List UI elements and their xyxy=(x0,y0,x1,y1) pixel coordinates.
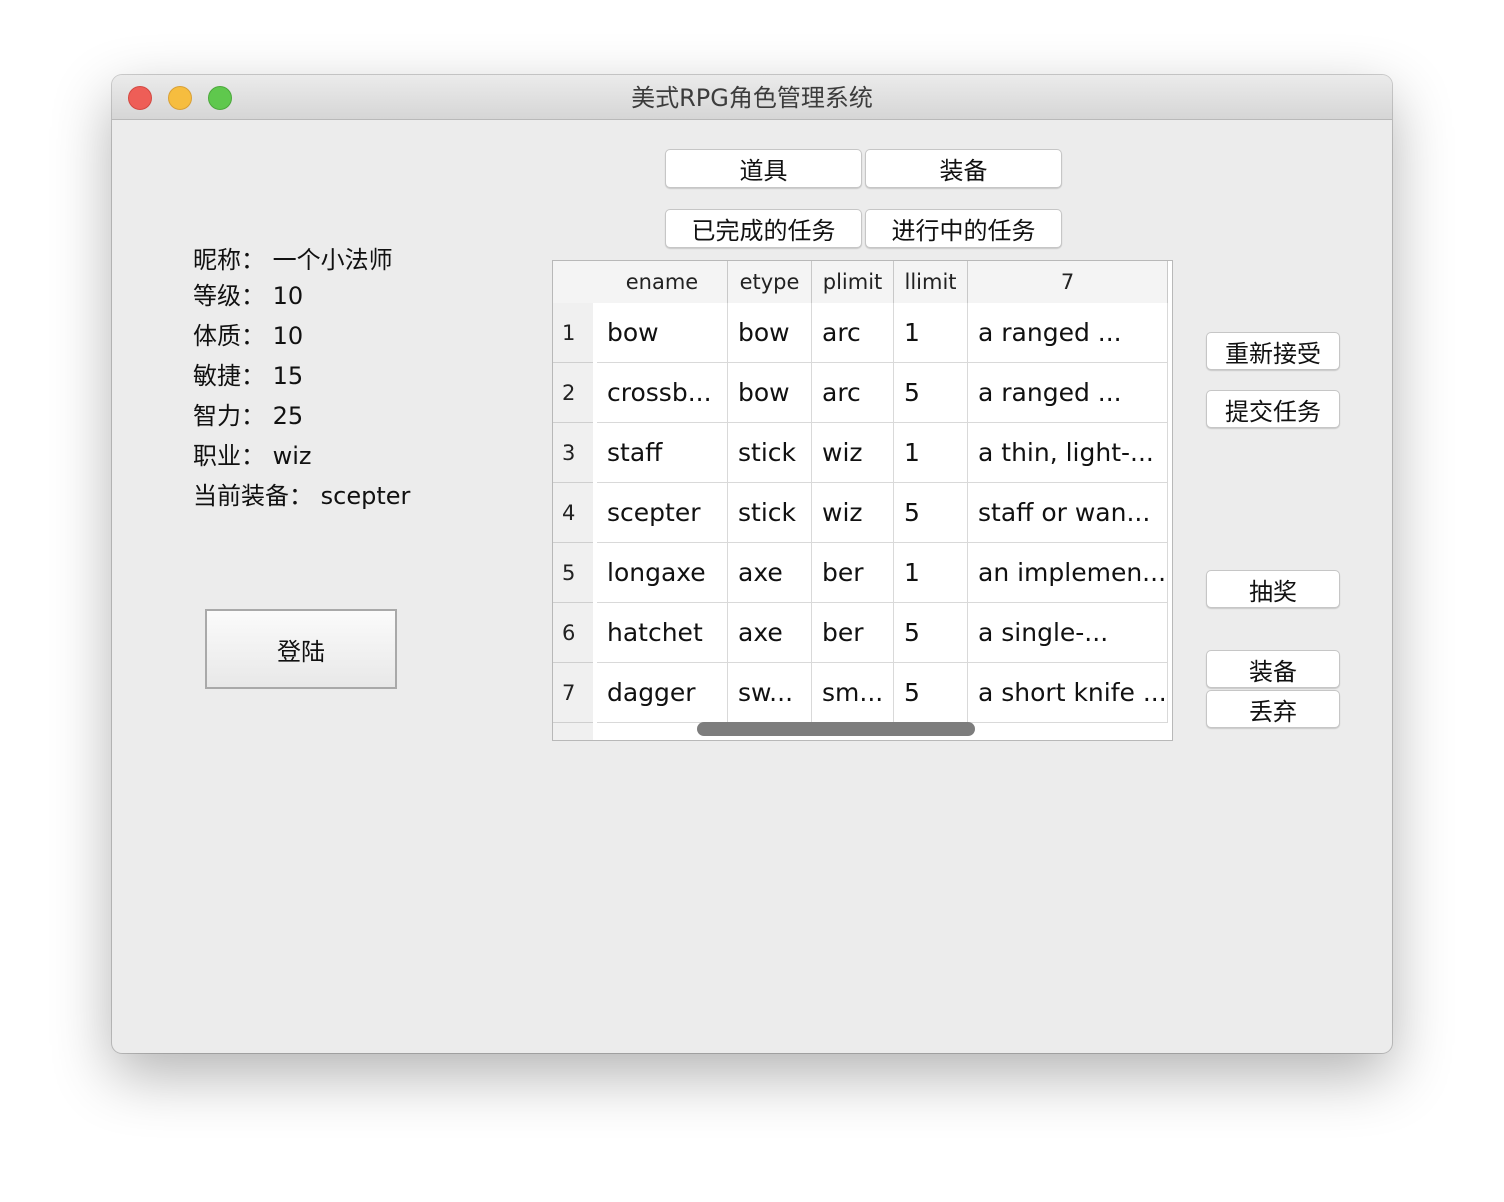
table-cell[interactable]: dagger xyxy=(597,663,728,723)
table-cell[interactable]: bow xyxy=(728,303,812,363)
row-number-partial xyxy=(553,723,593,740)
level-label: 等级： 10 xyxy=(193,282,304,310)
table-cell[interactable]: longaxe xyxy=(597,543,728,603)
table-cell[interactable]: sw... xyxy=(728,663,812,723)
table-cell[interactable]: sm... xyxy=(812,663,894,723)
table-cell[interactable]: 5 xyxy=(894,483,968,543)
row-number[interactable]: 6 xyxy=(553,603,593,663)
table-cell[interactable]: 5 xyxy=(894,363,968,423)
discard-button[interactable]: 丢弃 xyxy=(1206,690,1340,728)
constitution-label: 体质： 10 xyxy=(193,322,304,350)
table-cell[interactable]: stick xyxy=(728,483,812,543)
row-number[interactable]: 4 xyxy=(553,483,593,543)
profession-label: 职业： wiz xyxy=(193,442,312,470)
table-cell[interactable]: wiz xyxy=(812,423,894,483)
row-number[interactable]: 7 xyxy=(553,663,593,723)
table-corner xyxy=(553,261,597,303)
equipment-tab-button[interactable]: 装备 xyxy=(865,149,1062,188)
table-cell[interactable]: an implemen... xyxy=(968,543,1168,603)
nickname-label: 昵称： 一个小法师 xyxy=(193,246,393,274)
equip-button[interactable]: 装备 xyxy=(1206,650,1340,688)
lottery-button[interactable]: 抽奖 xyxy=(1206,570,1340,608)
equipment-table[interactable]: ename etype plimit llimit 7 1 bow bow ar… xyxy=(552,260,1173,741)
table-cell[interactable]: staff xyxy=(597,423,728,483)
current-equipment-label: 当前装备： scepter xyxy=(193,482,411,510)
table-cell[interactable]: ber xyxy=(812,543,894,603)
column-header-llimit[interactable]: llimit xyxy=(894,261,968,303)
row-number[interactable]: 5 xyxy=(553,543,593,603)
table-cell[interactable]: a ranged ... xyxy=(968,303,1168,363)
table-cell[interactable]: wiz xyxy=(812,483,894,543)
table-cell[interactable]: 5 xyxy=(894,603,968,663)
table-cell[interactable]: axe xyxy=(728,603,812,663)
table-cell[interactable]: a short knife ... xyxy=(968,663,1168,723)
table-cell[interactable]: 1 xyxy=(894,423,968,483)
table-cell[interactable]: 1 xyxy=(894,303,968,363)
submit-task-button[interactable]: 提交任务 xyxy=(1206,390,1340,428)
table-cell[interactable]: stick xyxy=(728,423,812,483)
table-cell[interactable]: 1 xyxy=(894,543,968,603)
table-cell[interactable]: arc xyxy=(812,363,894,423)
ongoing-tasks-button[interactable]: 进行中的任务 xyxy=(865,209,1062,248)
login-button[interactable]: 登陆 xyxy=(205,609,397,689)
column-header-7[interactable]: 7 xyxy=(968,261,1168,303)
column-header-plimit[interactable]: plimit xyxy=(812,261,894,303)
row-number[interactable]: 2 xyxy=(553,363,593,423)
table-cell[interactable]: 5 xyxy=(894,663,968,723)
table-cell[interactable]: hatchet xyxy=(597,603,728,663)
table-cell[interactable]: scepter xyxy=(597,483,728,543)
table-cell[interactable]: ber xyxy=(812,603,894,663)
table-cell[interactable]: axe xyxy=(728,543,812,603)
agility-label: 敏捷： 15 xyxy=(193,362,304,390)
table-cell[interactable]: arc xyxy=(812,303,894,363)
table-cell[interactable]: a ranged ... xyxy=(968,363,1168,423)
table-cell[interactable]: a thin, light-... xyxy=(968,423,1168,483)
row-number[interactable]: 3 xyxy=(553,423,593,483)
completed-tasks-button[interactable]: 已完成的任务 xyxy=(665,209,862,248)
column-header-etype[interactable]: etype xyxy=(728,261,812,303)
items-button[interactable]: 道具 xyxy=(665,149,862,188)
row-number[interactable]: 1 xyxy=(553,303,593,363)
table-cell[interactable]: crossb... xyxy=(597,363,728,423)
table-cell[interactable]: staff or wan... xyxy=(968,483,1168,543)
app-window: 美式RPG角色管理系统 昵称： 一个小法师 等级： 10 体质： 10 敏捷： … xyxy=(112,75,1392,1053)
column-header-ename[interactable]: ename xyxy=(597,261,728,303)
table-cell[interactable]: bow xyxy=(597,303,728,363)
title-bar: 美式RPG角色管理系统 xyxy=(112,75,1392,120)
table-cell[interactable]: a single-... xyxy=(968,603,1168,663)
reaccept-button[interactable]: 重新接受 xyxy=(1206,332,1340,370)
horizontal-scrollbar[interactable] xyxy=(697,722,975,736)
intelligence-label: 智力： 25 xyxy=(193,402,304,430)
window-title: 美式RPG角色管理系统 xyxy=(631,84,873,112)
table-cell[interactable]: bow xyxy=(728,363,812,423)
